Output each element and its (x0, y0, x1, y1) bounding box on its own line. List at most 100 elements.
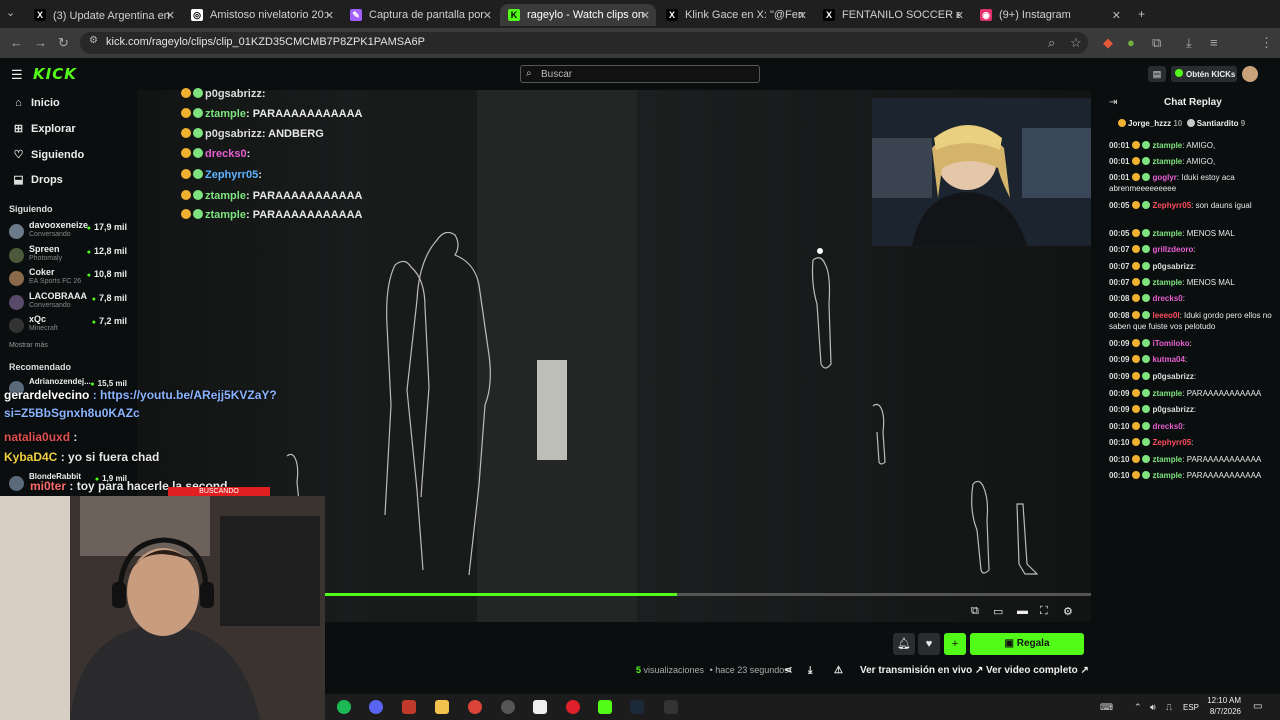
app-icon[interactable] (664, 700, 678, 714)
browser-tab[interactable]: X (3) Update Argentina en X: "🔺✕ (26, 4, 181, 26)
extension-icon[interactable]: ● (1127, 35, 1135, 50)
app-icon[interactable] (402, 700, 416, 714)
file-explorer-icon[interactable] (435, 700, 449, 714)
keyboard-icon[interactable]: ⌨ (1100, 702, 1113, 713)
chat-username[interactable]: iTomiloko (1152, 339, 1189, 348)
chat-username[interactable]: drecks0 (1152, 294, 1182, 303)
notifications-icon[interactable]: ▭ (1253, 701, 1262, 712)
download-clip-icon[interactable]: ⤓ (808, 665, 812, 676)
chat-username[interactable]: ztample (1152, 278, 1182, 287)
tray-chevron-icon[interactable]: ⌃ (1134, 702, 1142, 713)
back-icon[interactable]: ← (10, 35, 23, 50)
followed-channel[interactable]: CokerEA Sports FC 26 10,8 mil (9, 267, 133, 291)
volume-icon[interactable]: 🔊︎ (1150, 702, 1156, 713)
followed-channel[interactable]: davooxeneizeConversando 17,9 mil (9, 220, 133, 244)
share-icon[interactable]: ⋖ (784, 665, 792, 676)
chat-username[interactable]: drecks0 (1152, 422, 1182, 431)
extensions-puzzle-icon[interactable]: ⧉ (1152, 35, 1161, 51)
forward-icon[interactable]: → (34, 35, 47, 50)
bookmark-star-icon[interactable]: ☆ (1070, 35, 1082, 51)
tab-close-icon[interactable]: ✕ (641, 9, 650, 22)
search-input[interactable]: ⌕ Buscar (520, 65, 760, 83)
network-icon[interactable]: ⎍ (1166, 702, 1172, 713)
obs-icon[interactable] (501, 700, 515, 714)
collapse-chat-icon[interactable]: ⇥ (1109, 97, 1117, 108)
user-avatar[interactable] (1242, 66, 1258, 82)
sidebar-nav-item[interactable]: ⌂ Inicio (12, 97, 60, 109)
chat-username[interactable]: ztample (1152, 471, 1182, 480)
chat-username[interactable]: p0gsabrizz (1152, 405, 1193, 414)
opera-icon[interactable] (566, 700, 580, 714)
tab-close-icon[interactable]: ✕ (325, 9, 334, 22)
settings-icon[interactable]: ⚙ (1063, 605, 1073, 618)
pip-icon[interactable]: ⧉ (971, 605, 979, 618)
sidebar-nav-item[interactable]: ⬓ Drops (12, 173, 62, 187)
fullscreen-icon[interactable]: ⛶ (1040, 605, 1048, 618)
site-info-icon[interactable]: ⚙ (89, 35, 98, 46)
browser-tab[interactable]: Krageylo - Watch clips on Ki ✕ (500, 4, 656, 26)
chat-username[interactable]: Zephyrr05 (1152, 201, 1191, 210)
notification-bell-icon[interactable]: 🔔︎ (893, 633, 915, 655)
gifter-name[interactable]: Santiardito (1197, 119, 1239, 128)
steam-icon[interactable] (630, 700, 644, 714)
chat-username[interactable]: kutma04 (1152, 355, 1184, 364)
progress-bar[interactable] (325, 593, 1091, 596)
browser-tab[interactable]: X Klink Gace en X: "@Fentanilo✕ (658, 4, 813, 26)
chat-username[interactable]: p0gsabrizz (1152, 372, 1193, 381)
new-tab-icon[interactable]: + (1138, 7, 1145, 21)
watch-full-video-link[interactable]: Ver video completo ↗ (986, 665, 1089, 676)
gift-subscriptions-button[interactable]: ▣ Regala Suscripciones (970, 633, 1084, 671)
chat-username[interactable]: goglyr (1152, 173, 1176, 182)
spotify-icon[interactable] (337, 700, 351, 714)
followed-channel[interactable]: LACOBRAAAConversando 7,8 mil (9, 291, 133, 315)
chat-username[interactable]: grillzdeoro (1152, 245, 1193, 254)
watch-live-link[interactable]: Ver transmisión en vivo ↗ (860, 665, 983, 676)
url-field[interactable]: ⚙ kick.com/rageylo/clips/clip_01KZD35CMC… (80, 32, 1088, 54)
follow-heart-icon[interactable]: ♥ (918, 633, 940, 655)
sidebar-nav-item[interactable]: ♡ Siguiendo (12, 148, 85, 162)
chat-username[interactable]: ztample (1152, 141, 1182, 150)
tab-close-icon[interactable]: ✕ (1112, 9, 1121, 22)
browser-tab[interactable]: X FENTANILO SOCCER en X: "¡HO✕ (815, 4, 970, 26)
zoom-icon[interactable]: ⌕ (1048, 35, 1055, 51)
browser-tab[interactable]: ◎ Amistoso nivelatorio 20:00 HS✕ (183, 4, 340, 26)
discord-icon[interactable] (369, 700, 383, 714)
gifter-name[interactable]: Jorge_hzzz (1128, 119, 1171, 128)
hamburger-menu-icon[interactable]: ☰ (11, 67, 23, 83)
tab-close-icon[interactable]: ✕ (798, 9, 807, 22)
chrome-icon[interactable] (468, 700, 482, 714)
chat-username[interactable]: leeeo0l (1152, 311, 1179, 320)
download-icon[interactable]: ⤓ (1186, 35, 1192, 51)
app-icon[interactable] (533, 700, 547, 714)
extension-icon[interactable]: ◆ (1103, 35, 1113, 51)
theater-mode-icon[interactable]: ▬ (1017, 605, 1028, 617)
language-indicator[interactable]: ESP (1183, 703, 1199, 712)
captions-icon[interactable]: ▭ (993, 605, 1003, 618)
reload-icon[interactable]: ↻ (58, 35, 69, 51)
clock-time[interactable]: 12:10 AM (1207, 696, 1241, 705)
tab-search-icon[interactable]: ⌄ (6, 6, 15, 19)
followed-channel[interactable]: xQcMinecraft 7,2 mil (9, 314, 133, 338)
browser-tab[interactable]: ✎ Captura de pantalla por Lightsh✕ (342, 4, 498, 26)
media-control-icon[interactable]: ≡ (1210, 35, 1218, 50)
browser-menu-icon[interactable]: ⋮ (1260, 35, 1273, 51)
chat-username[interactable]: ztample (1152, 157, 1182, 166)
followed-channel[interactable]: SpreenPhotomaly 12,8 mil (9, 244, 133, 268)
chat-username[interactable]: ztample (1152, 455, 1182, 464)
chat-username[interactable]: ztample (1152, 389, 1182, 398)
library-icon[interactable]: ▤ (1148, 66, 1166, 82)
sidebar-nav-item[interactable]: ⊞ Explorar (12, 122, 76, 136)
tab-close-icon[interactable]: ✕ (483, 9, 492, 22)
chat-username[interactable]: Zephyrr05 (1152, 438, 1191, 447)
tab-close-icon[interactable]: ✕ (955, 9, 964, 22)
add-button[interactable]: + (944, 633, 966, 655)
browser-tab[interactable]: ◉ (9+) Instagram ✕ (972, 4, 1127, 26)
clock-date[interactable]: 8/7/2026 (1205, 707, 1241, 716)
show-more-link[interactable]: Mostrar más (9, 342, 48, 349)
get-kicks-button[interactable]: Obtén KICKs (1171, 66, 1237, 82)
kick-logo[interactable]: KICK (33, 65, 77, 83)
chat-username[interactable]: ztample (1152, 229, 1182, 238)
chat-username[interactable]: p0gsabrizz (1152, 262, 1193, 271)
kick-app-icon[interactable] (598, 700, 612, 714)
report-icon[interactable]: ⚠ (834, 665, 843, 676)
